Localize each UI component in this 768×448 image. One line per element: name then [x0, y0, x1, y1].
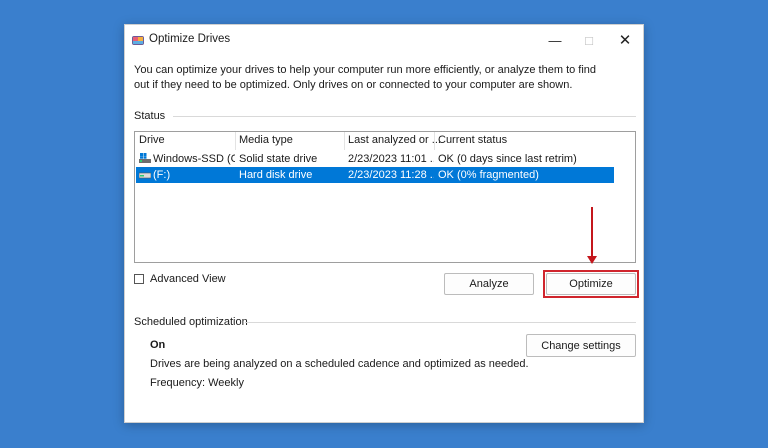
drive-name-cell: Windows-SSD (C:)	[153, 153, 235, 165]
media-type-cell: Hard disk drive	[239, 169, 313, 181]
minimize-button[interactable]: —	[537, 25, 573, 55]
drive-row-c[interactable]: Windows-SSD (C:) Solid state drive 2/23/…	[136, 151, 614, 167]
drives-list[interactable]: Drive Media type Last analyzed or ... Cu…	[134, 131, 636, 263]
column-divider[interactable]	[344, 132, 345, 150]
scheduled-section-label: Scheduled optimization	[134, 316, 248, 328]
current-status-cell: OK (0% fragmented)	[438, 169, 539, 181]
close-button[interactable]: ✕	[607, 25, 643, 55]
schedule-state: On	[150, 339, 166, 351]
annotation-arrow-line	[591, 207, 593, 257]
column-divider[interactable]	[434, 132, 435, 150]
maximize-button[interactable]: □	[571, 25, 607, 55]
schedule-frequency: Frequency: Weekly	[150, 377, 244, 389]
analyze-button[interactable]: Analyze	[444, 273, 534, 295]
last-analyzed-cell: 2/23/2023 11:01 ...	[348, 153, 434, 165]
change-settings-button[interactable]: Change settings	[526, 334, 636, 357]
scheduled-separator	[245, 322, 636, 323]
column-header-media-type[interactable]: Media type	[239, 134, 293, 146]
status-section-label: Status	[134, 110, 166, 122]
ssd-drive-icon	[139, 153, 151, 163]
annotation-arrow-icon	[587, 256, 597, 264]
drive-name-cell: (F:)	[153, 169, 171, 181]
column-header-last-analyzed[interactable]: Last analyzed or ...	[348, 134, 441, 146]
optimize-highlight-box	[543, 270, 639, 298]
optimize-drives-window: Optimize Drives — □ ✕ You can optimize y…	[124, 24, 644, 423]
title-bar[interactable]: Optimize Drives — □ ✕	[125, 25, 643, 55]
last-analyzed-cell: 2/23/2023 11:28 ...	[348, 169, 434, 181]
schedule-description: Drives are being analyzed on a scheduled…	[150, 358, 529, 370]
window-description: You can optimize your drives to help you…	[134, 64, 597, 91]
column-header-drive[interactable]: Drive	[139, 134, 165, 146]
advanced-view-label[interactable]: Advanced View	[150, 273, 226, 285]
status-separator	[173, 116, 636, 117]
drive-row-f[interactable]: (F:) Hard disk drive 2/23/2023 11:28 ...…	[136, 167, 614, 183]
close-icon: ✕	[618, 32, 632, 49]
optimize-drives-app-icon	[132, 36, 144, 45]
media-type-cell: Solid state drive	[239, 153, 318, 165]
hard-drive-icon	[139, 172, 151, 179]
maximize-icon: □	[585, 32, 593, 48]
minimize-icon: —	[548, 32, 562, 48]
column-divider[interactable]	[235, 132, 236, 150]
window-title: Optimize Drives	[149, 33, 231, 45]
drives-list-header: Drive Media type Last analyzed or ... Cu…	[135, 132, 635, 150]
advanced-view-checkbox[interactable]	[134, 274, 144, 284]
column-header-current-status[interactable]: Current status	[438, 134, 507, 146]
current-status-cell: OK (0 days since last retrim)	[438, 153, 577, 165]
